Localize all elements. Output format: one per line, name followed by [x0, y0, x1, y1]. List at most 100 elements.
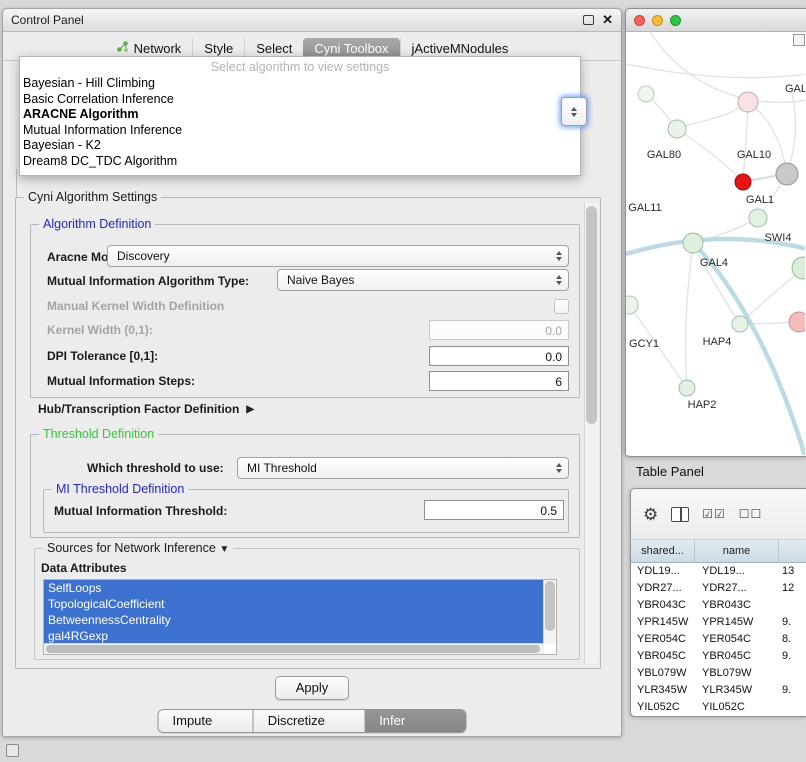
column-header-name[interactable]: name	[695, 540, 779, 562]
network-node[interactable]	[776, 163, 798, 185]
table-row[interactable]: YBR043CYBR043C	[631, 597, 806, 614]
list-item[interactable]: TopologicalCoefficient	[44, 596, 544, 612]
network-node[interactable]	[749, 209, 767, 227]
dropdown-item[interactable]: Bayesian - K2	[20, 138, 580, 154]
network-edge[interactable]	[686, 243, 693, 388]
network-node[interactable]	[738, 92, 758, 112]
settings-scrollbar-thumb[interactable]	[586, 206, 597, 424]
cell: YBR043C	[695, 597, 779, 614]
list-vertical-scrollbar[interactable]	[543, 580, 556, 644]
apply-button[interactable]: Apply	[275, 676, 349, 700]
list-item[interactable]: SelfLoops	[44, 580, 544, 596]
float-window-icon[interactable]	[583, 15, 594, 25]
minimized-panel-icon[interactable]	[6, 744, 19, 757]
table-header-row: shared... name	[631, 540, 806, 563]
network-edge[interactable]	[693, 243, 740, 324]
network-edge[interactable]	[787, 92, 795, 174]
mi-type-select[interactable]: Naive Bayes	[277, 269, 569, 291]
dropdown-item[interactable]: Mutual Information Inference	[20, 123, 580, 139]
table-row[interactable]: YER054CYER054C8.	[631, 631, 806, 648]
birdseye-toggle-icon[interactable]	[793, 34, 805, 46]
network-node-label: HAP4	[703, 336, 732, 348]
dropdown-item[interactable]: Basic Correlation Inference	[20, 92, 580, 108]
columns-icon[interactable]	[671, 507, 689, 522]
which-threshold-select[interactable]: MI Threshold	[237, 457, 569, 479]
table-row[interactable]: YDL19...YDL19...13	[631, 563, 806, 580]
zoom-traffic-light-icon[interactable]	[670, 15, 681, 26]
network-node[interactable]	[789, 312, 805, 332]
network-edge[interactable]	[677, 102, 748, 129]
cell: YER054C	[695, 631, 779, 648]
cell: YDR27...	[631, 580, 695, 597]
table-row[interactable]: YBL079WYBL079W	[631, 665, 806, 682]
tab-discretize-data[interactable]: Discretize Data	[253, 710, 364, 732]
table-panel-title: Table Panel	[636, 464, 704, 479]
list-item[interactable]: gal4RGexp	[44, 628, 544, 644]
gear-icon[interactable]: ⚙	[643, 506, 658, 523]
bottom-tab-bar: Impute Data Discretize Data Infer Networ…	[158, 709, 467, 733]
network-edge[interactable]	[748, 102, 787, 174]
settings-scrollbar[interactable]	[584, 203, 598, 663]
network-node-label: SWI4	[765, 232, 792, 244]
list-horizontal-scrollbar[interactable]	[44, 643, 544, 654]
tab-impute-data[interactable]: Impute Data	[159, 710, 253, 732]
cell: YDL19...	[695, 563, 779, 580]
algorithm-combo-button[interactable]	[561, 97, 587, 126]
table-row[interactable]: YDR27...YDR27...12	[631, 580, 806, 597]
network-edge[interactable]	[650, 32, 805, 102]
algorithm-definition-group: Algorithm Definition Aracne Mode: Discov…	[30, 224, 580, 398]
tab-infer-network[interactable]: Infer Network	[364, 710, 465, 732]
list-scrollbar-thumb[interactable]	[545, 581, 555, 631]
dpi-tolerance-field[interactable]: 0.0	[429, 346, 569, 366]
list-hscrollbar-thumb[interactable]	[46, 645, 540, 653]
cell: YER054C	[631, 631, 695, 648]
table-row[interactable]: YPR145WYPR145W9.	[631, 614, 806, 631]
network-node[interactable]	[732, 316, 748, 332]
mi-steps-field[interactable]: 6	[429, 371, 569, 391]
aracne-mode-select[interactable]: Discovery	[107, 245, 569, 267]
manual-kernel-checkbox[interactable]	[554, 299, 569, 314]
table-row[interactable]: YLR345WYLR345W9.	[631, 682, 806, 699]
network-node[interactable]	[626, 296, 638, 314]
sources-group: Sources for Network Inference ▼ Data Att…	[34, 548, 580, 660]
column-header-shared-name[interactable]: shared...	[631, 540, 695, 562]
unselect-all-columns-icon[interactable]: ☐☐	[739, 508, 763, 520]
table-row[interactable]: YIL052CYIL052C	[631, 699, 806, 716]
table-row[interactable]: YBR045CYBR045C9.	[631, 648, 806, 665]
algorithm-dropdown-popup: Select algorithm to view settings Bayesi…	[19, 56, 581, 176]
combo-arrows-icon	[556, 251, 562, 261]
hub-definition-toggle[interactable]: Hub/Transcription Factor Definition ▶	[38, 402, 254, 416]
network-graph[interactable]: GAL80GAL10GAL11GAL1SWI4GAL4GCY1HAP4HAP2G…	[626, 32, 805, 455]
settings-group-title: Cyni Algorithm Settings	[24, 190, 161, 204]
network-node[interactable]	[735, 174, 751, 190]
close-traffic-light-icon[interactable]	[634, 15, 645, 26]
kernel-width-label: Kernel Width (0,1):	[47, 323, 153, 337]
network-window-titlebar[interactable]	[626, 9, 806, 32]
column-header-partial[interactable]	[779, 540, 806, 562]
network-edge[interactable]	[626, 64, 805, 78]
network-node[interactable]	[668, 120, 686, 138]
close-icon[interactable]: ✕	[602, 14, 613, 26]
mi-threshold-label: Mutual Information Threshold:	[54, 504, 227, 518]
cell: YLR345W	[695, 682, 779, 699]
dropdown-item[interactable]: Bayesian - Hill Climbing	[20, 76, 580, 92]
network-node[interactable]	[638, 86, 654, 102]
network-node[interactable]	[683, 233, 703, 253]
kernel-width-field[interactable]: 0.0	[429, 320, 569, 340]
list-item[interactable]: BetweennessCentrality	[44, 612, 544, 628]
network-edge[interactable]	[743, 102, 748, 182]
algorithm-definition-title: Algorithm Definition	[39, 217, 155, 231]
mi-threshold-field[interactable]: 0.5	[424, 500, 564, 520]
minimize-traffic-light-icon[interactable]	[652, 15, 663, 26]
sources-group-title[interactable]: Sources for Network Inference ▼	[43, 541, 233, 555]
sources-title-text: Sources for Network Inference	[47, 541, 216, 555]
network-edge[interactable]	[677, 129, 743, 182]
network-canvas[interactable]: GAL80GAL10GAL11GAL1SWI4GAL4GCY1HAP4HAP2G…	[626, 32, 806, 455]
select-all-columns-icon[interactable]: ☑☑	[702, 508, 726, 520]
dropdown-item-selected[interactable]: ARACNE Algorithm	[20, 107, 580, 123]
mi-steps-label: Mutual Information Steps:	[47, 374, 195, 388]
data-attributes-list[interactable]: SelfLoops TopologicalCoefficient Between…	[43, 579, 557, 655]
network-node[interactable]	[679, 380, 695, 396]
dropdown-item[interactable]: Dream8 DC_TDC Algorithm	[20, 154, 580, 170]
control-panel-titlebar[interactable]: Control Panel ✕	[3, 9, 621, 32]
